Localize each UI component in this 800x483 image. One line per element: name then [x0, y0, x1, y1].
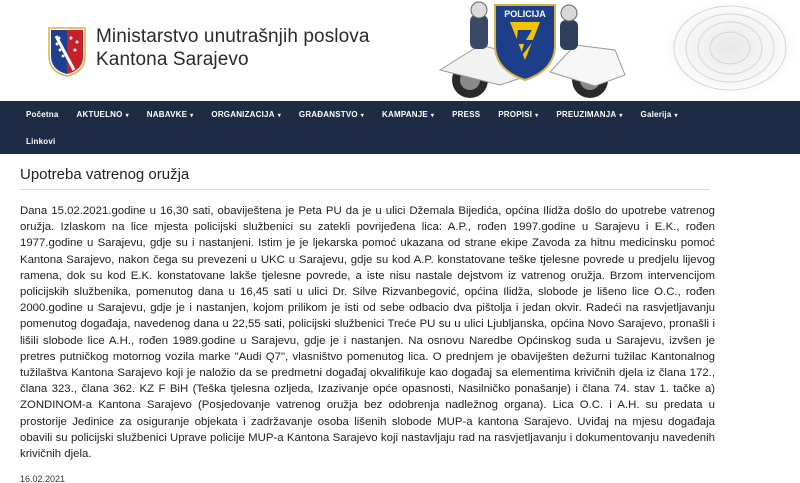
nav-item-press[interactable]: PRESS	[452, 110, 480, 119]
nav-item-propisi[interactable]: PROPISI ▾	[498, 110, 538, 119]
coat-of-arms-logo[interactable]	[47, 26, 87, 78]
chevron-down-icon: ▾	[430, 113, 435, 119]
site-header: Ministarstvo unutrašnjih poslova Kantona…	[0, 0, 800, 101]
nav-row-secondary: Linkovi	[26, 128, 774, 155]
article-body: Dana 15.02.2021.godine u 16,30 sati, oba…	[20, 205, 715, 461]
chevron-down-icon: ▾	[674, 113, 678, 119]
ministry-title-line2: Kantona Sarajevo	[96, 49, 249, 70]
police-motorcycles-banner: POLICIJA	[400, 0, 800, 101]
nav-item-nabavke[interactable]: NABAVKE ▾	[147, 110, 194, 119]
article-content: Upotreba vatrenog oružja Dana 15.02.2021…	[0, 166, 800, 483]
nav-item-pocetna[interactable]: Početna	[26, 110, 59, 119]
article-title: Upotreba vatrenog oružja	[20, 166, 710, 190]
nav-item-gradanstvo[interactable]: GRAĐANSTVO ▾	[299, 110, 364, 119]
ministry-title-line1: Ministarstvo unutrašnjih poslova	[96, 26, 370, 47]
chevron-down-icon: ▾	[619, 113, 623, 119]
nav-item-preuzimanja[interactable]: PREUZIMANJA ▾	[556, 110, 622, 119]
chevron-down-icon: ▾	[190, 113, 194, 119]
nav-item-kampanje[interactable]: KAMPANJE ▾	[382, 110, 434, 119]
ministry-title[interactable]: Ministarstvo unutrašnjih poslova Kantona…	[96, 25, 370, 71]
badge-text: POLICIJA	[504, 9, 546, 19]
article-date: 16.02.2021	[20, 474, 66, 483]
main-navigation: Početna AKTUELNO ▾ NABAVKE ▾ ORGANIZACIJA ▾…	[0, 101, 800, 154]
nav-item-aktuelno[interactable]: AKTUELNO ▾	[77, 110, 129, 119]
nav-item-linkovi[interactable]: Linkovi	[26, 137, 55, 146]
chevron-down-icon: ▾	[125, 113, 129, 119]
chevron-down-icon: ▾	[360, 113, 365, 119]
chevron-down-icon: ▾	[535, 113, 539, 119]
chevron-down-icon: ▾	[277, 113, 281, 119]
nav-item-organizacija[interactable]: ORGANIZACIJA ▾	[211, 110, 281, 119]
nav-item-galerija[interactable]: Galerija ▾	[641, 110, 678, 119]
nav-row-primary: Početna AKTUELNO ▾ NABAVKE ▾ ORGANIZACIJA ▾…	[26, 101, 774, 128]
